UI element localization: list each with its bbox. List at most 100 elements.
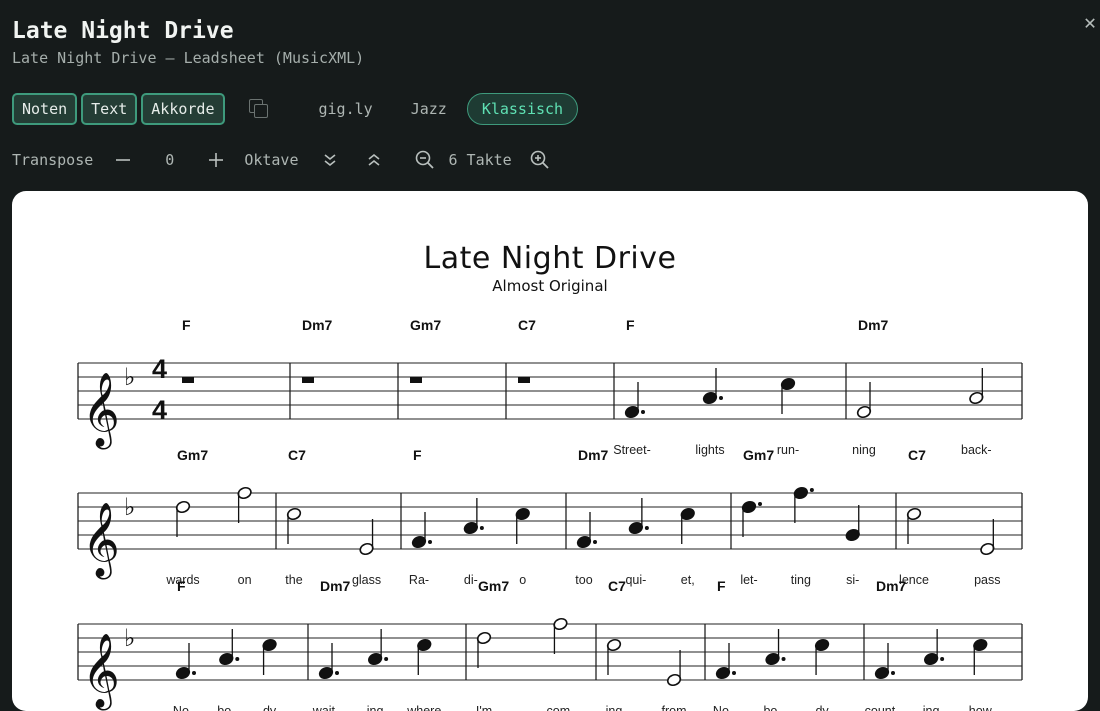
score-staff-area: 𝄞 ♭ 44F Dm7 Gm7 C7 FStreet-lights run-Dm7ning ba…: [77, 317, 1023, 711]
lyric-syllable: let-: [740, 573, 757, 587]
lyric-syllable: where: [406, 704, 441, 711]
transpose-down-icon[interactable]: [115, 152, 131, 168]
augmentation-dot: [641, 410, 645, 414]
zoom-in-icon[interactable]: [530, 150, 550, 170]
chord-symbol: F: [626, 317, 635, 333]
zoom-out-icon[interactable]: [415, 150, 435, 170]
chord-symbol: Dm7: [876, 578, 907, 594]
augmentation-dot: [940, 657, 945, 661]
chord-symbol: C7: [608, 578, 626, 594]
view-toolbar: Noten Text Akkorde gig.ly Jazz Klassisch: [12, 92, 579, 126]
style-giglly-button[interactable]: gig.ly: [289, 100, 391, 118]
augmentation-dot: [719, 396, 723, 400]
augmentation-dot: [593, 540, 597, 544]
augmentation-dot: [781, 657, 786, 661]
key-signature-flat: ♭: [124, 494, 135, 521]
augmentation-dot: [192, 671, 196, 675]
lyric-syllable: Street-: [613, 443, 651, 457]
lyric-syllable: count-: [865, 704, 900, 711]
notes-view-button[interactable]: Noten: [12, 93, 78, 125]
lyric-syllable: back-: [961, 443, 992, 457]
lyric-syllable: si-: [846, 573, 859, 587]
chord-symbol: Dm7: [320, 578, 351, 594]
transpose-label: Transpose: [12, 151, 94, 169]
augmentation-dot: [732, 671, 736, 675]
chord-symbol: Gm7: [177, 447, 208, 463]
whole-rest: [518, 377, 530, 383]
augmentation-dot: [809, 488, 814, 492]
key-signature-flat: ♭: [124, 364, 135, 391]
lyric-syllable: ing: [923, 704, 940, 711]
lyric-syllable: dy: [263, 704, 277, 711]
lyric-syllable: ing: [606, 704, 623, 711]
lyric-syllable: o: [519, 573, 526, 587]
lyric-syllable: Ra-: [409, 573, 429, 587]
whole-rest: [182, 377, 194, 383]
augmentation-dot: [891, 671, 895, 675]
augmentation-dot: [335, 671, 339, 675]
chord-symbol: Gm7: [743, 447, 774, 463]
sheet-music-panel: Late Night Drive Almost Original 𝄞 ♭ 4 4 F Dm…: [12, 191, 1088, 711]
transpose-up-icon[interactable]: [208, 152, 224, 168]
transpose-controls: Transpose 0 Oktave 6 Takte: [12, 148, 550, 172]
augmentation-dot: [644, 526, 649, 530]
chords-view-button[interactable]: Akkorde: [141, 93, 225, 125]
style-classical-button[interactable]: Klassisch: [466, 93, 579, 125]
song-subtitle: Late Night Drive — Leadsheet (MusicXML): [12, 49, 365, 67]
lyric-syllable: ting: [791, 573, 811, 587]
lyric-syllable: I'm: [476, 704, 492, 711]
lyric-syllable: from: [662, 704, 687, 711]
chord-symbol: C7: [518, 317, 536, 333]
chord-symbol: Dm7: [302, 317, 333, 333]
chord-symbol: F: [182, 317, 191, 333]
lyric-syllable: bo-: [217, 704, 235, 711]
chord-symbol: F: [413, 447, 422, 463]
lyric-syllable: ing: [367, 704, 384, 711]
transpose-value: 0: [165, 151, 175, 169]
lyric-syllable: too: [575, 573, 592, 587]
whole-rest: [410, 377, 422, 383]
augmentation-dot: [479, 526, 484, 530]
lyric-syllable: ning: [852, 443, 876, 457]
octave-label: Oktave: [244, 151, 299, 169]
treble-clef: 𝄞: [82, 634, 120, 711]
lyric-syllable: run-: [777, 443, 799, 457]
key-signature-flat: ♭: [124, 625, 135, 652]
chord-symbol: Dm7: [578, 447, 609, 463]
app-header: Late Night Drive Late Night Drive — Lead…: [12, 0, 1096, 190]
lyric-syllable: how: [969, 704, 993, 711]
lyric-syllable: qui-: [625, 573, 646, 587]
text-view-button[interactable]: Text: [81, 93, 138, 125]
whole-rest: [302, 377, 314, 383]
lyric-syllable: et,: [681, 573, 695, 587]
chord-symbol: Gm7: [478, 578, 509, 594]
song-title: Late Night Drive: [12, 18, 234, 44]
treble-clef: 𝄞: [82, 373, 120, 450]
style-jazz-button[interactable]: Jazz: [391, 100, 465, 118]
time-signature-top: 4: [152, 354, 167, 384]
chord-symbol: C7: [908, 447, 926, 463]
time-signature-bottom: 4: [152, 395, 167, 425]
octave-down-icon[interactable]: [323, 152, 337, 168]
copy-icon[interactable]: [248, 99, 269, 119]
lyric-syllable: the: [285, 573, 302, 587]
lyric-syllable: on: [238, 573, 252, 587]
chord-symbol: Dm7: [858, 317, 889, 333]
lyric-syllable: di-: [464, 573, 478, 587]
chord-symbol: F: [177, 578, 186, 594]
augmentation-dot: [235, 657, 240, 661]
lyric-syllable: No-: [713, 704, 733, 711]
lyric-syllable: bo-: [763, 704, 781, 711]
octave-up-icon[interactable]: [367, 152, 381, 168]
lyric-syllable: com-: [547, 704, 575, 711]
lyric-syllable: glass: [352, 573, 381, 587]
augmentation-dot: [428, 540, 432, 544]
chord-symbol: F: [717, 578, 726, 594]
close-icon[interactable]: ✕: [1084, 10, 1096, 34]
augmentation-dot: [758, 502, 762, 506]
lyric-syllable: pass: [974, 573, 1000, 587]
lyric-syllable: dy: [815, 704, 829, 711]
bars-count: 6 Takte: [448, 151, 512, 169]
lyric-syllable: wait-: [312, 704, 339, 711]
treble-clef: 𝄞: [82, 503, 120, 580]
